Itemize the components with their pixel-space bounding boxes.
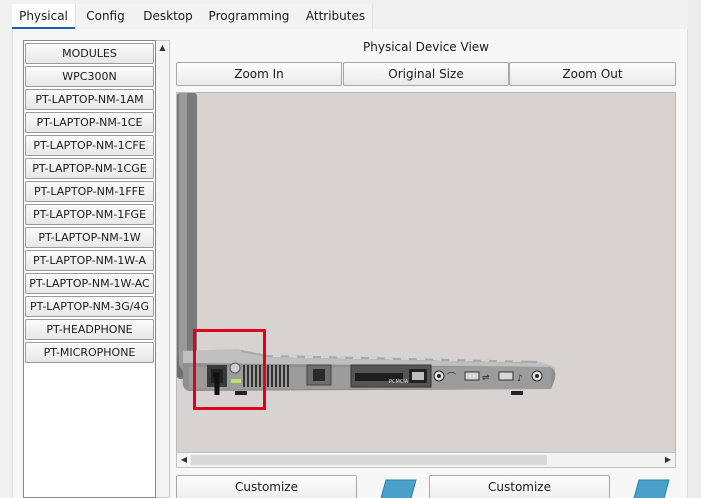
usb-port <box>464 371 480 381</box>
laptop-foot <box>235 391 247 395</box>
power-led <box>229 362 241 374</box>
headphone-glyph: ⌒ <box>447 372 456 383</box>
original-size-button[interactable]: Original Size <box>343 62 509 86</box>
scroll-up-arrow-icon[interactable]: ▲ <box>156 41 169 55</box>
module-item[interactable]: WPC300N <box>25 66 154 87</box>
customize-icon-button[interactable]: Customize <box>429 475 610 498</box>
status-led <box>231 379 241 383</box>
module-item[interactable]: PT-LAPTOP-NM-1CE <box>25 112 154 133</box>
module-item[interactable]: PT-LAPTOP-NM-1FGE <box>25 204 154 225</box>
scroll-right-arrow-icon[interactable]: ▶ <box>661 453 675 467</box>
module-list-scrollbar[interactable]: ▲ <box>156 40 170 498</box>
device-viewport[interactable]: PCMCIA ⌒ ⇌ ♪ <box>176 92 676 468</box>
mic-icon: ♪ <box>517 374 523 384</box>
tab-physical[interactable]: Physical <box>12 4 75 29</box>
tab-attributes[interactable]: Attributes <box>298 4 373 29</box>
module-item[interactable]: PT-LAPTOP-NM-1CFE <box>25 135 154 156</box>
usb-port-2 <box>498 371 514 381</box>
laptop-screen-bezel <box>179 93 187 375</box>
device-view-hscrollbar[interactable]: ◀ ▶ <box>176 452 676 468</box>
physical-device-view-title: Physical Device View <box>363 40 489 54</box>
scroll-left-arrow-icon[interactable]: ◀ <box>177 453 191 467</box>
tab-config[interactable]: Config <box>75 4 136 29</box>
customize-icon-button[interactable]: Customize <box>176 475 357 498</box>
tab-desktop[interactable]: Desktop <box>136 4 200 29</box>
module-item[interactable]: PT-LAPTOP-NM-1W-A <box>25 250 154 271</box>
usb-icon: ⇌ <box>482 373 490 383</box>
hscroll-thumb[interactable] <box>191 455 547 465</box>
zoom-in-button[interactable]: Zoom In <box>176 62 342 86</box>
module-item[interactable]: PT-LAPTOP-NM-1CGE <box>25 158 154 179</box>
tab-bar: Physical Config Desktop Programming Attr… <box>0 0 701 29</box>
monitor-icon <box>633 479 670 498</box>
module-item[interactable]: PT-LAPTOP-NM-1FFE <box>25 181 154 202</box>
slot-label: PCMCIA <box>389 379 409 385</box>
monitor-icon <box>380 479 417 498</box>
module-item[interactable]: PT-HEADPHONE <box>25 319 154 340</box>
module-item[interactable]: PT-LAPTOP-NM-1W-AC <box>25 273 154 294</box>
laptop-side-view: PCMCIA ⌒ ⇌ ♪ <box>177 93 556 410</box>
zoom-out-button[interactable]: Zoom Out <box>509 62 676 86</box>
module-list: MODULES WPC300N PT-LAPTOP-NM-1AM PT-LAPT… <box>23 40 156 498</box>
module-item[interactable]: PT-MICROPHONE <box>25 342 154 363</box>
module-item[interactable]: PT-LAPTOP-NM-1AM <box>25 89 154 110</box>
module-item[interactable]: MODULES <box>25 43 154 64</box>
laptop-foot <box>511 391 523 395</box>
window-edge <box>688 0 701 498</box>
module-item[interactable]: PT-LAPTOP-NM-1W <box>25 227 154 248</box>
tab-programming[interactable]: Programming <box>200 4 298 29</box>
module-item[interactable]: PT-LAPTOP-NM-3G/4G <box>25 296 154 317</box>
